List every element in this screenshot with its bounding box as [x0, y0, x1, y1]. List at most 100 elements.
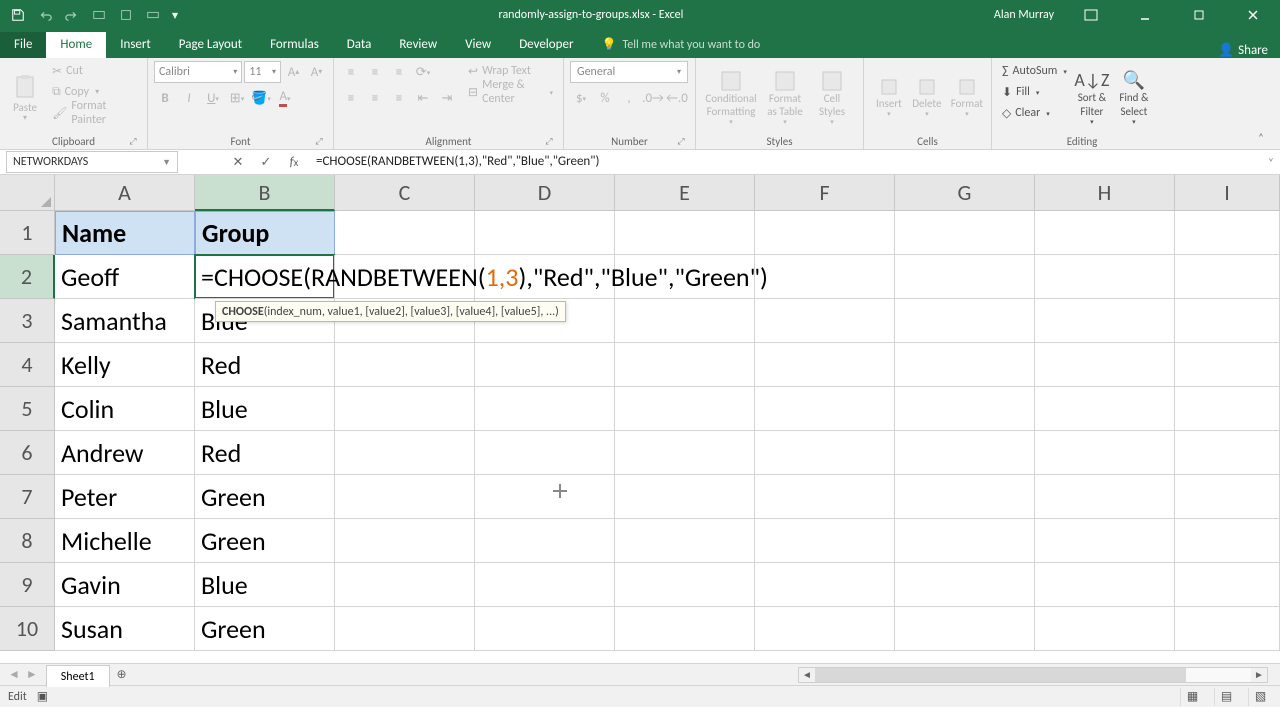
accounting-format-icon[interactable]: $▾ [570, 87, 592, 109]
qat-icon-4[interactable] [87, 4, 111, 26]
cell-f10[interactable] [755, 607, 895, 651]
cell-a1[interactable]: Name [55, 211, 195, 255]
clear-button[interactable]: ◇Clear▾ [998, 103, 1071, 123]
tab-home[interactable]: Home [46, 32, 106, 58]
cell-h6[interactable] [1035, 431, 1175, 475]
row-header-9[interactable]: 9 [0, 563, 55, 607]
save-icon[interactable] [6, 4, 30, 26]
add-sheet-button[interactable]: ⊕ [110, 667, 134, 682]
enter-formula-icon[interactable]: ✓ [252, 151, 280, 173]
cell-b4[interactable]: Red [195, 343, 335, 387]
percent-format-icon[interactable]: % [594, 87, 616, 109]
cell-g9[interactable] [895, 563, 1035, 607]
row-header-3[interactable]: 3 [0, 299, 55, 343]
cell-a5[interactable]: Colin [55, 387, 195, 431]
decrease-indent-icon[interactable]: ⇤ [412, 87, 434, 109]
font-size-combo[interactable]: 11▾ [244, 61, 281, 83]
cell-g6[interactable] [895, 431, 1035, 475]
cell-h7[interactable] [1035, 475, 1175, 519]
merge-center-button[interactable]: ⊟Merge & Center▾ [464, 82, 557, 102]
cell-b1[interactable]: Group [195, 211, 335, 255]
bold-icon[interactable]: B [154, 87, 176, 109]
row-header-1[interactable]: 1 [0, 211, 55, 255]
font-dialog-launcher[interactable]: ⤢ [313, 136, 325, 148]
cancel-formula-icon[interactable]: ✕ [224, 151, 252, 173]
view-normal-icon[interactable]: ▦ [1180, 688, 1204, 706]
row-header-8[interactable]: 8 [0, 519, 55, 563]
insert-cells-button[interactable]: Insert▾ [870, 61, 908, 135]
col-header-g[interactable]: G [895, 175, 1035, 211]
col-header-i[interactable]: I [1175, 175, 1280, 211]
tab-formulas[interactable]: Formulas [256, 32, 333, 58]
cell-d5[interactable] [475, 387, 615, 431]
cell-e7[interactable] [615, 475, 755, 519]
underline-icon[interactable]: U▾ [202, 87, 224, 109]
cell-i4[interactable] [1175, 343, 1280, 387]
user-name[interactable]: Alan Murray [994, 8, 1054, 22]
name-box[interactable]: NETWORKDAYS▼ [6, 151, 178, 173]
cell-h1[interactable] [1035, 211, 1175, 255]
cell-styles-button[interactable]: Cell Styles▾ [810, 61, 854, 135]
sheet-tab-1[interactable]: Sheet1 [46, 665, 110, 687]
row-header-2[interactable]: 2 [0, 255, 55, 299]
cell-c1[interactable] [335, 211, 475, 255]
cell-a4[interactable]: Kelly [55, 343, 195, 387]
cell-e4[interactable] [615, 343, 755, 387]
undo-icon[interactable] [33, 4, 57, 26]
cell-f5[interactable] [755, 387, 895, 431]
cell-a7[interactable]: Peter [55, 475, 195, 519]
cell-c10[interactable] [335, 607, 475, 651]
cell-e8[interactable] [615, 519, 755, 563]
cut-button[interactable]: ✂Cut [48, 61, 141, 81]
format-as-table-button[interactable]: Format as Table▾ [760, 61, 810, 135]
cell-b6[interactable]: Red [195, 431, 335, 475]
cell-i1[interactable] [1175, 211, 1280, 255]
cell-d1[interactable] [475, 211, 615, 255]
redo-icon[interactable] [60, 4, 84, 26]
qat-icon-5[interactable] [114, 4, 138, 26]
hscroll-track[interactable] [815, 668, 1251, 682]
tell-me-search[interactable]: 💡 Tell me what you want to do [587, 32, 774, 58]
maximize-icon[interactable] [1176, 0, 1222, 30]
number-dialog-launcher[interactable]: ⤢ [675, 136, 687, 148]
ribbon-display-icon[interactable] [1068, 0, 1114, 30]
close-icon[interactable] [1230, 0, 1276, 30]
minimize-icon[interactable] [1122, 0, 1168, 30]
cell-e9[interactable] [615, 563, 755, 607]
cell-g4[interactable] [895, 343, 1035, 387]
cell-e5[interactable] [615, 387, 755, 431]
cell-b10[interactable]: Green [195, 607, 335, 651]
cell-g7[interactable] [895, 475, 1035, 519]
cell-g10[interactable] [895, 607, 1035, 651]
cell-h3[interactable] [1035, 299, 1175, 343]
tab-data[interactable]: Data [333, 32, 386, 58]
cell-d4[interactable] [475, 343, 615, 387]
cell-a2[interactable]: Geoff [55, 255, 195, 299]
cell-e6[interactable] [615, 431, 755, 475]
tab-insert[interactable]: Insert [106, 32, 165, 58]
cell-b7[interactable]: Green [195, 475, 335, 519]
cell-f4[interactable] [755, 343, 895, 387]
delete-cells-button[interactable]: Delete▾ [908, 61, 946, 135]
cell-d10[interactable] [475, 607, 615, 651]
col-header-c[interactable]: C [335, 175, 475, 211]
col-header-b[interactable]: B [195, 175, 335, 211]
cell-d8[interactable] [475, 519, 615, 563]
hscroll-right-icon[interactable]: ► [1251, 668, 1267, 681]
cell-c6[interactable] [335, 431, 475, 475]
format-painter-button[interactable]: 🖌Format Painter [48, 103, 141, 123]
cell-d6[interactable] [475, 431, 615, 475]
cell-c7[interactable] [335, 475, 475, 519]
clipboard-dialog-launcher[interactable]: ⤢ [127, 136, 139, 148]
horizontal-scrollbar[interactable]: ◄ ► [798, 667, 1268, 683]
cell-i7[interactable] [1175, 475, 1280, 519]
cell-h9[interactable] [1035, 563, 1175, 607]
cell-f9[interactable] [755, 563, 895, 607]
cell-g2[interactable] [895, 255, 1035, 299]
cell-f1[interactable] [755, 211, 895, 255]
autosum-button[interactable]: ∑AutoSum▾ [998, 61, 1071, 81]
customize-qat-icon[interactable]: ▾ [168, 4, 182, 26]
cell-g5[interactable] [895, 387, 1035, 431]
row-header-4[interactable]: 4 [0, 343, 55, 387]
align-middle-icon[interactable]: ≡ [364, 61, 386, 83]
